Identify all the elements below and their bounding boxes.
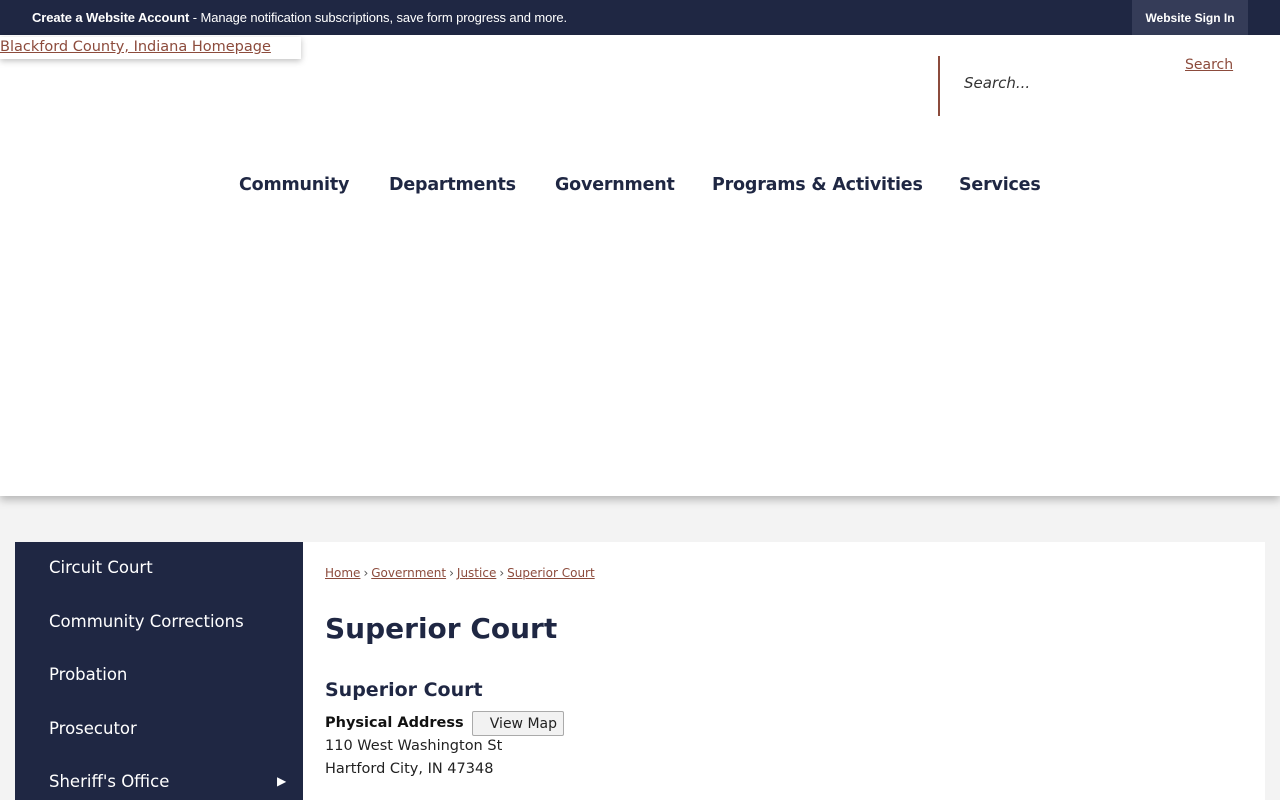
nav-item-community[interactable]: Community xyxy=(239,175,349,195)
main-content: Home › Government › Justice › Superior Court S… xyxy=(303,542,1265,800)
nav-item-programs-activities[interactable]: Programs & Activities xyxy=(712,175,923,195)
submenu-arrow-icon[interactable]: ▶ xyxy=(277,774,286,788)
breadcrumb-superior-court[interactable]: Superior Court xyxy=(507,566,595,580)
website-sign-in-button[interactable]: Website Sign In xyxy=(1132,0,1248,35)
address-line-2: Hartford City, IN 47348 xyxy=(325,761,494,777)
section-title: Superior Court xyxy=(325,679,483,701)
search-button[interactable]: Search xyxy=(1185,57,1233,73)
page-title: Superior Court xyxy=(325,612,558,645)
address-line-1: 110 West Washington St xyxy=(325,738,503,754)
search-box xyxy=(938,56,1188,116)
main-navigation: Community Departments Government Program… xyxy=(0,175,1280,199)
physical-address-label: Physical Address xyxy=(325,715,464,731)
breadcrumb-home[interactable]: Home xyxy=(325,566,360,580)
sidebar-item-circuit-court[interactable]: Circuit Court xyxy=(49,558,153,577)
promo-bold: Create a Website Account xyxy=(32,10,190,25)
sidebar-item-community-corrections[interactable]: Community Corrections xyxy=(49,612,244,631)
nav-item-government[interactable]: Government xyxy=(555,175,675,195)
sidebar-item-sheriffs-office[interactable]: Sheriff's Office xyxy=(49,772,169,791)
breadcrumb-separator: › xyxy=(499,566,505,580)
sidebar-item-prosecutor[interactable]: Prosecutor xyxy=(49,719,137,738)
create-account-link[interactable]: Create a Website Account - Manage notifi… xyxy=(32,10,567,25)
site-header: Blackford County, Indiana Homepage Searc… xyxy=(0,35,1280,496)
search-input[interactable] xyxy=(964,74,1164,92)
homepage-logo-link[interactable]: Blackford County, Indiana Homepage xyxy=(0,37,301,59)
view-map-button[interactable]: View Map xyxy=(472,711,564,736)
breadcrumb-separator: › xyxy=(449,566,454,580)
breadcrumb: Home › Government › Justice › Superior Court xyxy=(325,566,595,580)
nav-item-departments[interactable]: Departments xyxy=(389,175,516,195)
logo-alt-text: Blackford County, Indiana Homepage xyxy=(0,39,271,55)
nav-item-services[interactable]: Services xyxy=(959,175,1041,195)
breadcrumb-separator: › xyxy=(363,566,369,580)
top-announcement-bar: Create a Website Account - Manage notifi… xyxy=(0,0,1280,35)
breadcrumb-justice[interactable]: Justice xyxy=(457,566,496,580)
sidebar-item-probation[interactable]: Probation xyxy=(49,665,127,684)
promo-text: - Manage notification subscriptions, sav… xyxy=(189,10,568,25)
secondary-navigation: Circuit Court Community Corrections Prob… xyxy=(15,542,303,800)
breadcrumb-government[interactable]: Government xyxy=(371,566,446,580)
